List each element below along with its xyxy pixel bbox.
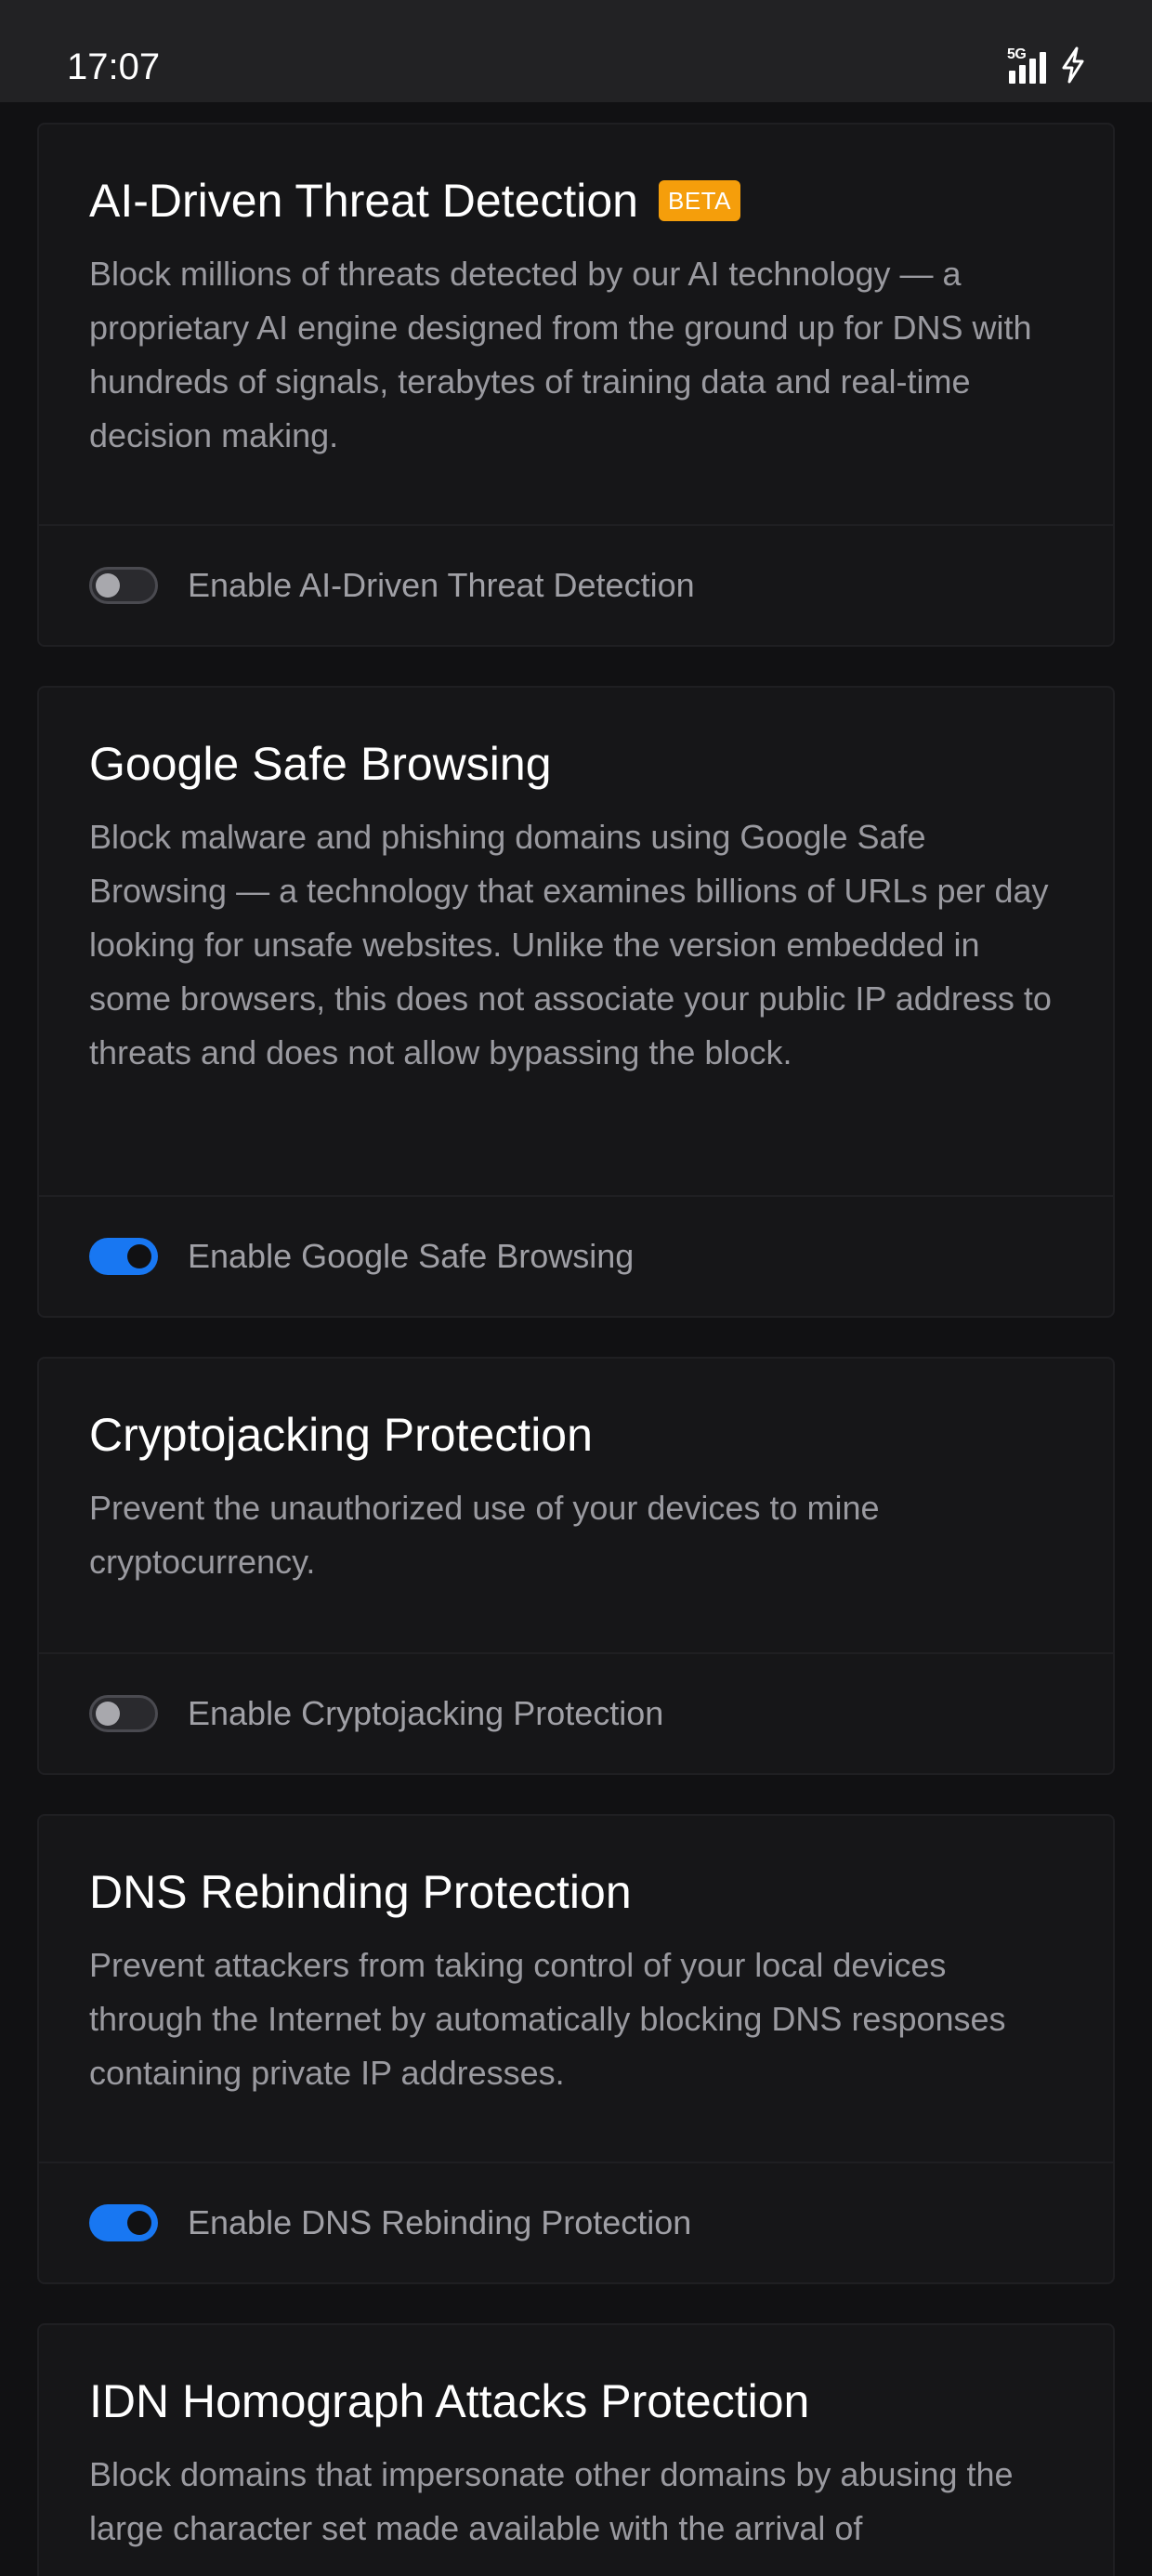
card-footer: Enable AI-Driven Threat Detection — [39, 524, 1113, 645]
card-description: Prevent the unauthorized use of your dev… — [89, 1489, 880, 1581]
card-title: AI-Driven Threat Detection BETA — [89, 173, 1063, 229]
toggle-label[interactable]: Enable AI-Driven Threat Detection — [188, 566, 695, 605]
status-time: 17:07 — [67, 46, 161, 87]
card-description: Block domains that impersonate other dom… — [89, 2455, 1014, 2547]
card-description: Block millions of threats detected by ou… — [89, 255, 1032, 454]
card-ai-threat-detection: AI-Driven Threat Detection BETA Block mi… — [37, 123, 1115, 647]
toggle-ai-threat-detection[interactable] — [89, 567, 158, 604]
toggle-google-safe-browsing[interactable] — [89, 1238, 158, 1275]
settings-list[interactable]: AI-Driven Threat Detection BETA Block mi… — [0, 102, 1152, 2576]
beta-badge: BETA — [659, 180, 740, 221]
card-title: IDN Homograph Attacks Protection — [89, 2373, 1063, 2429]
toggle-label[interactable]: Enable Cryptojacking Protection — [188, 1694, 663, 1733]
card-footer: Enable Google Safe Browsing — [39, 1195, 1113, 1316]
toggle-cryptojacking-protection[interactable] — [89, 1695, 158, 1732]
card-title-text: Cryptojacking Protection — [89, 1409, 593, 1461]
toggle-knob — [127, 1244, 151, 1268]
signal-icon: 5G — [1003, 46, 1050, 84]
card-title: DNS Rebinding Protection — [89, 1864, 1063, 1920]
status-bar: 17:07 5G — [0, 0, 1152, 102]
card-title-text: AI-Driven Threat Detection — [89, 175, 638, 227]
toggle-knob — [96, 1702, 120, 1726]
status-icons: 5G — [1003, 46, 1087, 84]
card-idn-homograph-protection: IDN Homograph Attacks Protection Block d… — [37, 2323, 1115, 2576]
toggle-knob — [127, 2211, 151, 2235]
toggle-dns-rebinding-protection[interactable] — [89, 2204, 158, 2241]
charging-icon — [1062, 46, 1084, 84]
toggle-label[interactable]: Enable Google Safe Browsing — [188, 1237, 634, 1276]
card-cryptojacking-protection: Cryptojacking Protection Prevent the una… — [37, 1357, 1115, 1775]
card-title: Google Safe Browsing — [89, 736, 1063, 792]
network-type: 5G — [1007, 46, 1027, 62]
card-footer: Enable Cryptojacking Protection — [39, 1652, 1113, 1773]
card-title-text: Google Safe Browsing — [89, 738, 552, 790]
card-description: Block malware and phishing domains using… — [89, 818, 1052, 1071]
card-footer: Enable DNS Rebinding Protection — [39, 2162, 1113, 2282]
card-google-safe-browsing: Google Safe Browsing Block malware and p… — [37, 686, 1115, 1318]
toggle-knob — [96, 573, 120, 598]
card-title: Cryptojacking Protection — [89, 1407, 1063, 1463]
card-title-text: DNS Rebinding Protection — [89, 1866, 632, 1918]
card-description: Prevent attackers from taking control of… — [89, 1946, 1006, 2092]
toggle-label[interactable]: Enable DNS Rebinding Protection — [188, 2203, 691, 2242]
card-dns-rebinding-protection: DNS Rebinding Protection Prevent attacke… — [37, 1814, 1115, 2284]
card-title-text: IDN Homograph Attacks Protection — [89, 2375, 810, 2427]
